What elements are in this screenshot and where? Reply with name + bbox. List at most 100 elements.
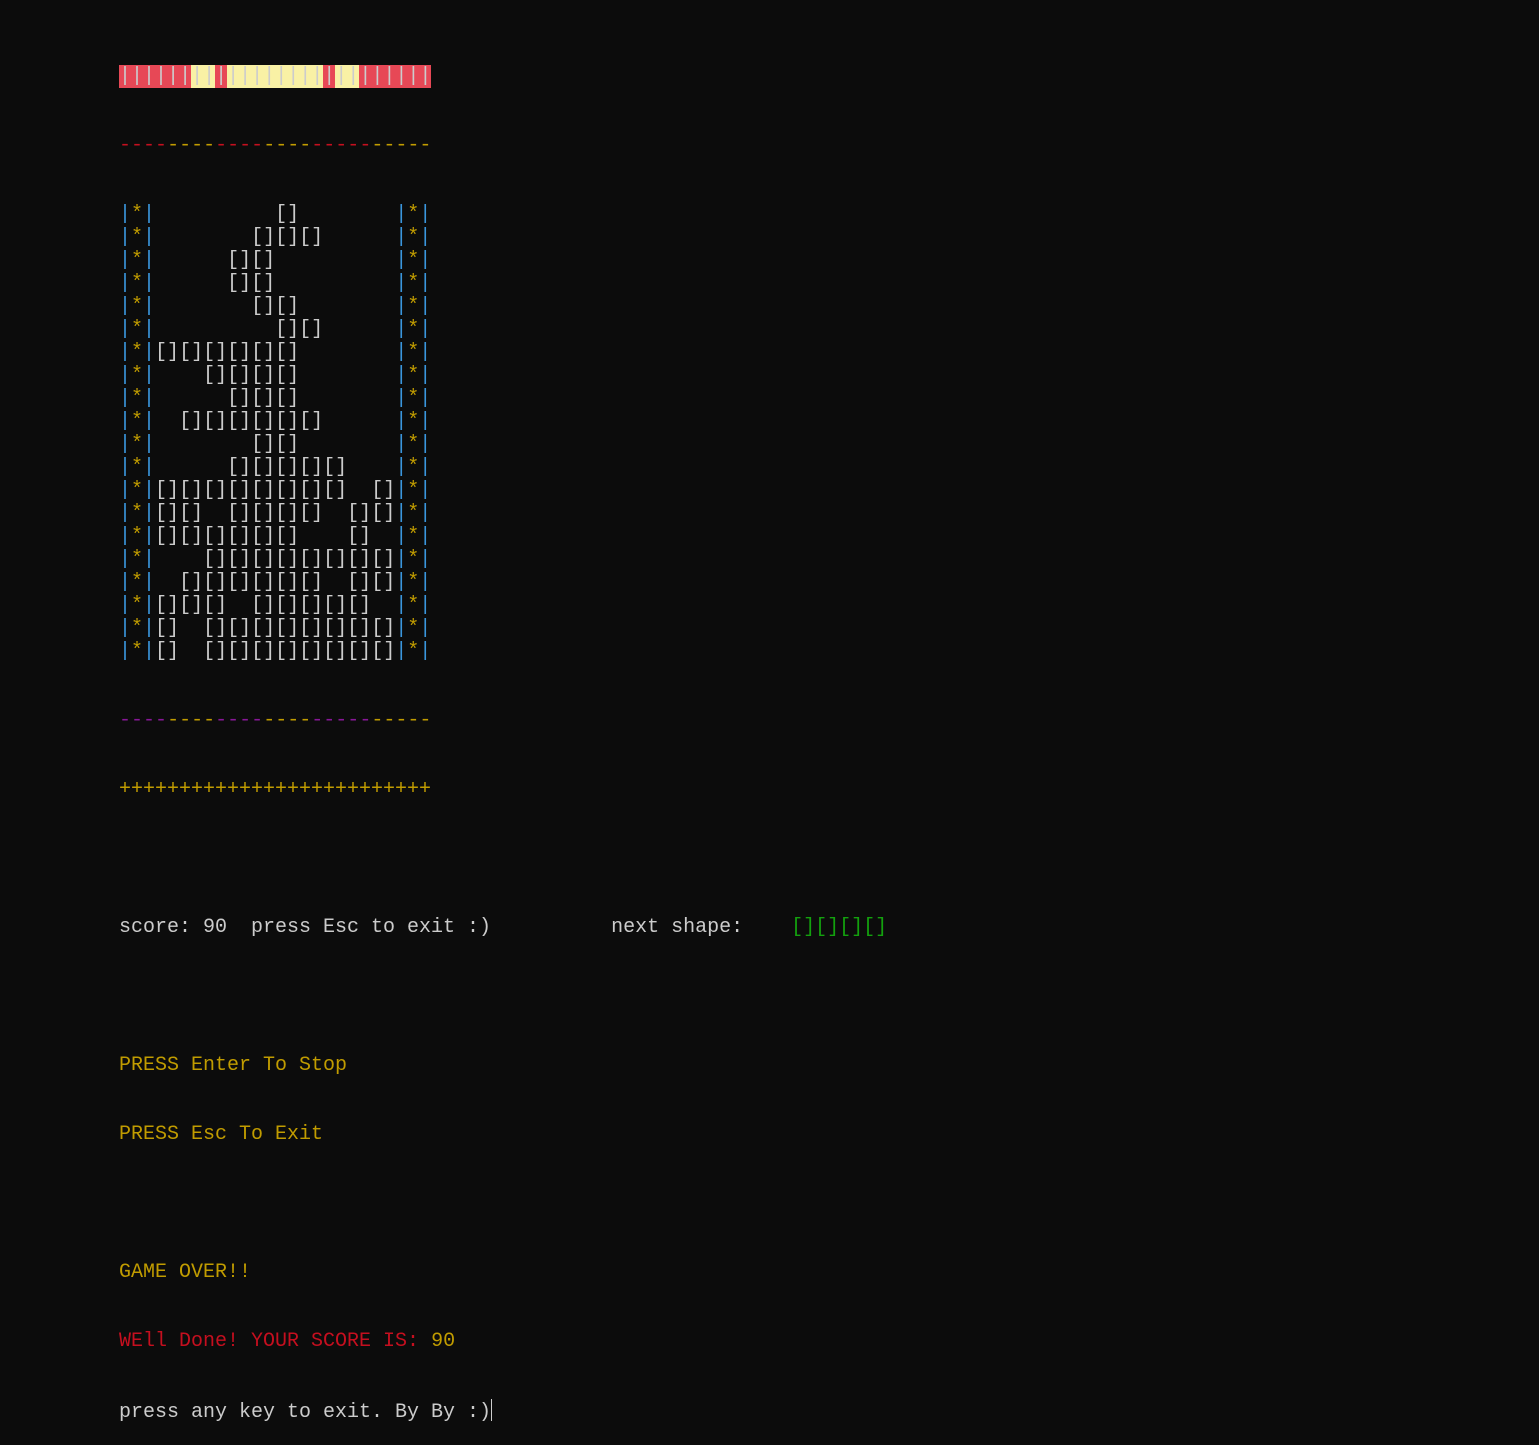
wall-bar: | (143, 364, 156, 387)
block-cell: [] (251, 617, 276, 640)
wall: |*| (119, 410, 155, 433)
wall: |*| (119, 640, 155, 663)
block-cell: [] (275, 295, 300, 318)
wall-bar: | (395, 341, 408, 364)
star-icon: * (131, 433, 144, 456)
block-cell: [] (227, 272, 252, 295)
empty-cell (179, 548, 203, 571)
dash-segment: - (323, 709, 336, 732)
block-cell: [] (299, 640, 324, 663)
empty-cell (203, 249, 227, 272)
empty-cell (347, 364, 371, 387)
empty-cell (371, 249, 395, 272)
terminal-output: |||||||||||||||||||||||||| -------------… (119, 19, 887, 1445)
block-cell: [] (347, 571, 372, 594)
dash-segment: - (359, 709, 372, 732)
dash-segment: - (179, 709, 192, 732)
dash-segment: - (155, 134, 168, 157)
wall: |*| (395, 387, 431, 410)
wall: |*| (395, 502, 431, 525)
wall: |*| (395, 226, 431, 249)
block-cell: [] (371, 548, 396, 571)
wall: |*| (395, 203, 431, 226)
empty-cell (323, 341, 347, 364)
dash-segment: - (383, 709, 396, 732)
empty-cell (179, 249, 203, 272)
next-shape-label: next shape: (611, 916, 744, 939)
wall: |*| (395, 272, 431, 295)
board-row: |*| [][] |*| (119, 295, 887, 318)
board-row: |*| [][][] |*| (119, 226, 887, 249)
wall-bar: | (143, 341, 156, 364)
dash-segment: - (203, 134, 216, 157)
empty-cell (347, 410, 371, 433)
wall: |*| (119, 203, 155, 226)
block-cell: [] (155, 341, 180, 364)
dash-segment: - (371, 134, 384, 157)
wall-bar: | (395, 479, 408, 502)
star-icon: * (131, 502, 144, 525)
wall: |*| (395, 525, 431, 548)
wall-bar: | (119, 525, 132, 548)
wall-bar: | (119, 640, 132, 663)
empty-cell (155, 249, 179, 272)
bar-segment: | (119, 65, 132, 88)
empty-cell (347, 295, 371, 318)
empty-cell (299, 387, 323, 410)
wall: |*| (395, 410, 431, 433)
bar-segment: | (395, 65, 408, 88)
star-icon: * (407, 364, 420, 387)
wall-bar: | (143, 387, 156, 410)
block-cell: [] (179, 502, 204, 525)
block-cell: [] (251, 364, 276, 387)
wall-bar: | (119, 295, 132, 318)
wall: |*| (119, 456, 155, 479)
block-cell: [] (251, 640, 276, 663)
empty-cell (323, 203, 347, 226)
empty-cell (155, 548, 179, 571)
block-cell: [] (347, 640, 372, 663)
empty-cell (371, 272, 395, 295)
dash-segment: - (191, 134, 204, 157)
block-cell: [] (371, 502, 396, 525)
empty-cell (299, 295, 323, 318)
empty-cell (179, 295, 203, 318)
star-icon: * (131, 410, 144, 433)
block-cell: [] (323, 456, 348, 479)
wall-bar: | (419, 456, 432, 479)
dash-segment: - (263, 709, 276, 732)
wall: |*| (119, 387, 155, 410)
wall-bar: | (143, 295, 156, 318)
wall-bar: | (143, 272, 156, 295)
wall-bar: | (419, 364, 432, 387)
block-cell: [] (299, 456, 324, 479)
block-cell: [] (203, 617, 228, 640)
wall-bar: | (419, 295, 432, 318)
dash-segment: - (287, 134, 300, 157)
dash-segment: - (227, 134, 240, 157)
dash-segment: - (179, 134, 192, 157)
dash-segment: - (419, 134, 432, 157)
bar-segment: | (251, 65, 264, 88)
block-cell: [] (155, 525, 180, 548)
star-icon: * (131, 479, 144, 502)
block-cell: [] (275, 548, 300, 571)
wall-bar: | (419, 341, 432, 364)
block-cell: [] (227, 617, 252, 640)
block-cell: [] (179, 594, 204, 617)
wall: |*| (119, 295, 155, 318)
wall-bar: | (419, 594, 432, 617)
wall-bar: | (143, 502, 156, 525)
star-icon: * (131, 341, 144, 364)
board-row: |*|[][][] [][][][][] |*| (119, 594, 887, 617)
board-row: |*| [][] |*| (119, 433, 887, 456)
star-icon: * (131, 456, 144, 479)
block-cell: [] (203, 525, 228, 548)
dash-segment: - (311, 709, 324, 732)
wall-bar: | (419, 617, 432, 640)
status-line: score: 90 press Esc to exit :) next shap… (119, 916, 887, 939)
block-cell: [] (275, 525, 300, 548)
wall: |*| (119, 341, 155, 364)
star-icon: * (407, 226, 420, 249)
dash-segment: - (167, 709, 180, 732)
